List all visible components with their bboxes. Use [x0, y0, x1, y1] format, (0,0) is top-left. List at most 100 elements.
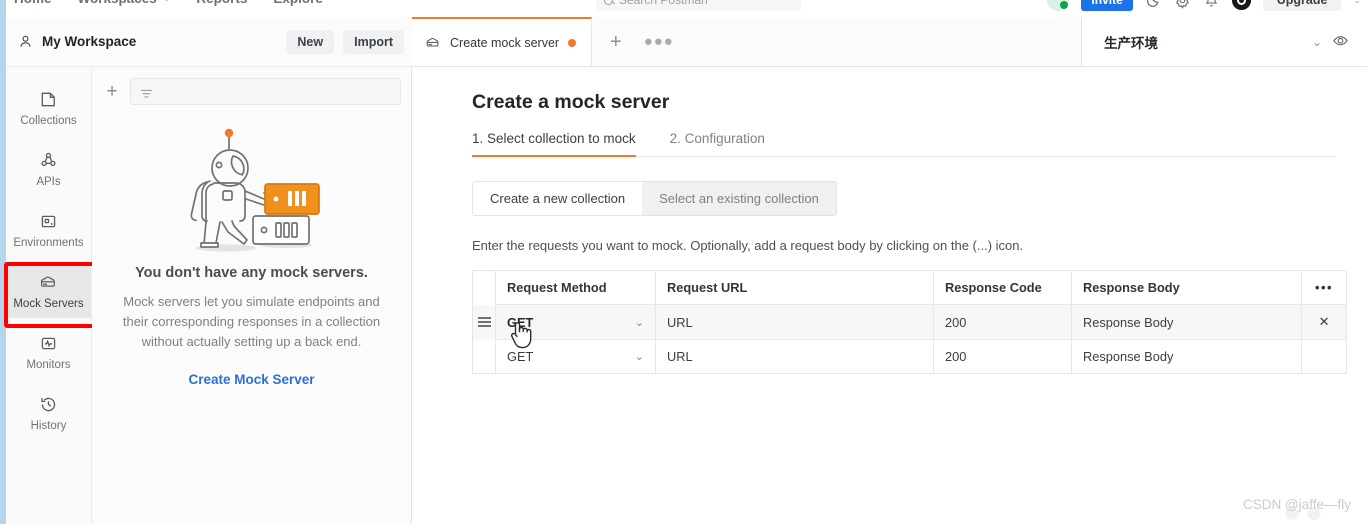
empty-state-description: Mock servers let you simulate endpoints …: [122, 294, 381, 350]
tab-options-icon[interactable]: ●●●: [644, 33, 674, 50]
toggle-create-new-collection[interactable]: Create a new collection: [473, 182, 643, 215]
collection-mode-toggle: Create a new collection Select an existi…: [472, 181, 837, 216]
monitors-icon: [39, 334, 58, 353]
create-mock-server-link[interactable]: Create Mock Server: [118, 372, 385, 387]
toggle-select-existing-collection[interactable]: Select an existing collection: [642, 182, 836, 215]
table-options-icon[interactable]: •••: [1301, 270, 1347, 305]
tab-actions: + ●●●: [592, 17, 692, 66]
sidebar-label-monitors: Monitors: [26, 359, 71, 371]
panel-toolbar: +: [92, 67, 411, 105]
cell-response-body[interactable]: Response Body: [1071, 339, 1302, 374]
tab-label: Create mock server: [450, 35, 560, 50]
moon-icon[interactable]: [1145, 0, 1162, 9]
filter-input[interactable]: [130, 78, 401, 105]
header-request-method: Request Method: [495, 270, 656, 305]
nav-link-home[interactable]: Home: [14, 0, 52, 6]
upgrade-button[interactable]: Upgrade: [1262, 0, 1342, 11]
astronaut-illustration: [189, 128, 320, 252]
row-drag-handle[interactable]: [472, 339, 496, 374]
global-nav-actions: Invite Upgrade ⌄: [1047, 0, 1361, 11]
global-nav-links: Home Workspaces ⌄ Reports Explore: [14, 0, 323, 6]
notifications-bell-icon[interactable]: [1203, 0, 1220, 9]
table-row[interactable]: GET ⌄ URL 200 Response Body: [472, 339, 1347, 374]
sidebar-item-monitors[interactable]: Monitors: [6, 325, 91, 379]
request-method-value: GET: [507, 349, 534, 364]
search-icon: [604, 0, 613, 5]
nav-link-reports[interactable]: Reports: [196, 0, 247, 6]
chevron-down-icon[interactable]: ⌄: [635, 350, 644, 363]
requests-hint-text: Enter the requests you want to mock. Opt…: [472, 238, 1024, 253]
sidebar-item-apis[interactable]: APIs: [6, 142, 91, 196]
chevron-down-icon[interactable]: ⌄: [1312, 35, 1322, 49]
mock-servers-panel: + You don't have any mock servers. Mock …: [92, 67, 412, 524]
sidebar-label-mock-servers: Mock Servers: [13, 298, 84, 310]
remove-row-button[interactable]: ✕: [1301, 304, 1347, 340]
row-drag-handle[interactable]: [472, 304, 496, 340]
header-response-body: Response Body: [1071, 270, 1302, 305]
wizard-steps: 1. Select collection to mock 2. Configur…: [472, 131, 1335, 157]
watermark: CSDN @jaffe—fly: [1243, 497, 1351, 512]
remove-row-button[interactable]: [1301, 339, 1347, 374]
sidebar-item-collections[interactable]: Collections: [6, 81, 91, 135]
cell-request-url[interactable]: URL: [655, 304, 934, 340]
tab-create-mock-server[interactable]: Create mock server: [412, 17, 592, 66]
postman-app-window: Home Workspaces ⌄ Reports Explore Search…: [0, 0, 1367, 524]
mock-servers-icon: [39, 273, 58, 292]
tab-strip: Create mock server + ●●● 生产环境 ⌄: [412, 17, 1367, 67]
empty-state: You don't have any mock servers. Mock se…: [92, 105, 411, 387]
table-row[interactable]: GET ⌄ URL 200 Response Body ✕: [472, 304, 1347, 340]
environments-icon: [39, 212, 58, 231]
cell-request-method[interactable]: GET ⌄: [495, 304, 656, 340]
sync-status-icon[interactable]: [1047, 0, 1070, 11]
cell-response-code[interactable]: 200: [933, 339, 1072, 374]
drag-column-header: [472, 270, 496, 305]
tab-strip-spacer: [692, 17, 1082, 66]
sidebar-item-history[interactable]: History: [6, 386, 91, 440]
step-select-collection[interactable]: 1. Select collection to mock: [472, 131, 636, 157]
eye-icon[interactable]: [1332, 33, 1349, 50]
chevron-down-icon-upgrade[interactable]: ⌄: [1353, 0, 1361, 6]
collections-icon: [39, 90, 58, 109]
workspace-header: My Workspace New Import: [6, 17, 412, 67]
step-configuration[interactable]: 2. Configuration: [670, 131, 765, 157]
cell-response-body[interactable]: Response Body: [1071, 304, 1302, 340]
sidebar-label-environments: Environments: [13, 237, 84, 249]
main-content: Create a mock server 1. Select collectio…: [412, 67, 1367, 524]
page-title: Create a mock server: [472, 91, 670, 113]
add-mock-server-button[interactable]: +: [102, 82, 122, 101]
history-icon: [39, 395, 58, 414]
chevron-down-icon[interactable]: ⌄: [635, 316, 644, 329]
cell-request-method[interactable]: GET ⌄: [495, 339, 656, 374]
header-request-url: Request URL: [655, 270, 934, 305]
nav-link-workspaces[interactable]: Workspaces: [78, 0, 157, 6]
user-avatar[interactable]: [1231, 0, 1251, 10]
environment-selector[interactable]: 生产环境 ⌄: [1082, 17, 1367, 66]
table-header-row: Request Method Request URL Response Code…: [472, 270, 1347, 305]
empty-state-title: You don't have any mock servers.: [135, 265, 368, 281]
new-tab-button[interactable]: +: [610, 32, 622, 52]
global-search-input[interactable]: Search Postman: [596, 0, 801, 11]
mock-server-tab-icon: [425, 35, 441, 51]
cell-response-code[interactable]: 200: [933, 304, 1072, 340]
unsaved-changes-dot: [568, 38, 577, 47]
sidebar-label-history: History: [30, 420, 67, 432]
sidebar-label-collections: Collections: [20, 115, 77, 127]
header-response-code: Response Code: [933, 270, 1072, 305]
apis-icon: [39, 151, 58, 170]
sidebar-item-mock-servers[interactable]: Mock Servers: [6, 264, 91, 318]
invite-button[interactable]: Invite: [1081, 0, 1133, 11]
sidebar-item-environments[interactable]: Environments: [6, 203, 91, 257]
chevron-down-icon[interactable]: ⌄: [163, 0, 171, 4]
workspace-title: My Workspace: [42, 34, 137, 49]
settings-icon[interactable]: [1174, 0, 1191, 9]
sidebar-label-apis: APIs: [36, 176, 61, 188]
new-button[interactable]: New: [286, 29, 335, 54]
mock-requests-table: Request Method Request URL Response Code…: [472, 270, 1347, 374]
cell-request-url[interactable]: URL: [655, 339, 934, 374]
global-search-placeholder: Search Postman: [619, 0, 708, 7]
nav-link-explore[interactable]: Explore: [273, 0, 323, 6]
import-button[interactable]: Import: [343, 29, 404, 54]
global-navigation-bar: Home Workspaces ⌄ Reports Explore Search…: [6, 0, 1367, 17]
activity-sidebar: Collections APIs Environments Mock Serve…: [6, 67, 92, 524]
environment-name: 生产环境: [1104, 35, 1158, 51]
